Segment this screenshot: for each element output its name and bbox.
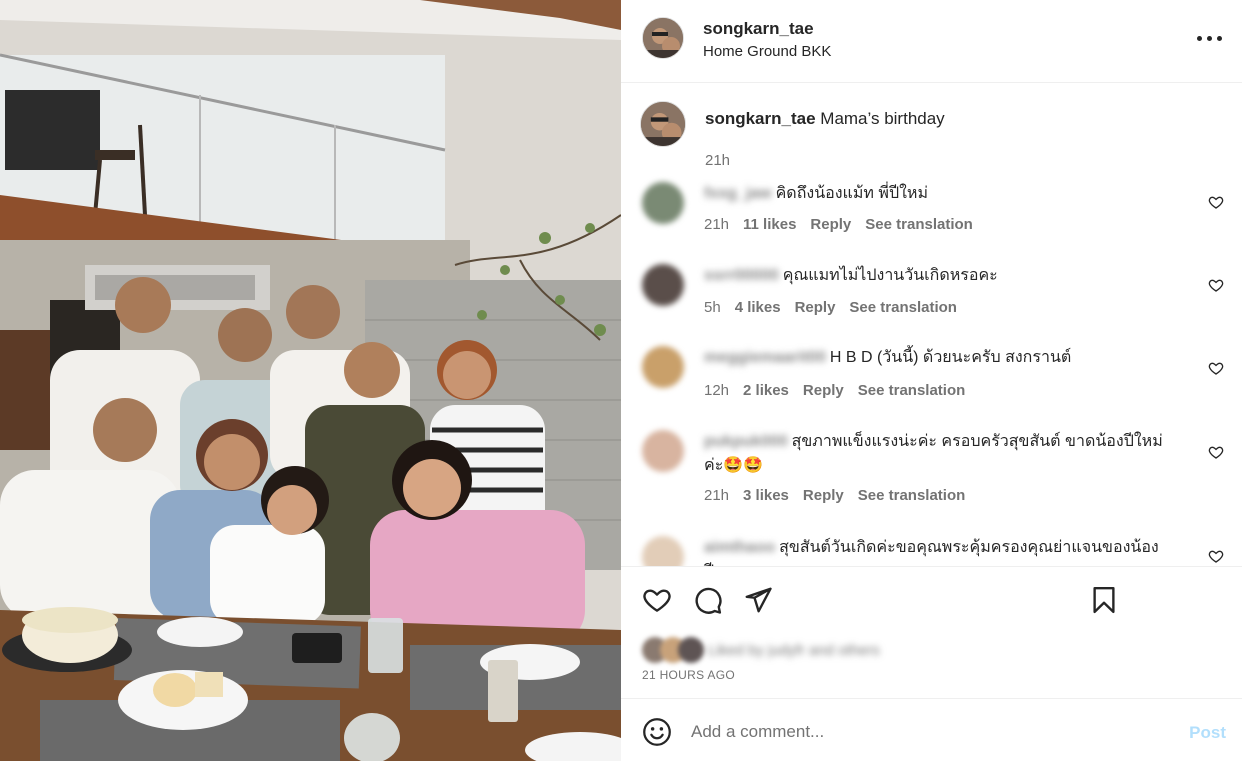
family-birthday-photo — [0, 0, 621, 761]
commenter-avatar[interactable] — [642, 430, 684, 472]
post-comment-button[interactable]: Post — [1189, 723, 1226, 743]
caption-avatar[interactable] — [640, 101, 686, 147]
bookmark-icon[interactable] — [1089, 585, 1119, 615]
comment-time: 21h — [704, 216, 730, 233]
more-dot — [1197, 36, 1202, 41]
post-photo[interactable] — [0, 0, 621, 761]
caption-text: songkarn_tae Mama’s birthday — [705, 109, 945, 129]
comment-likes[interactable]: 11 likes — [743, 216, 796, 233]
comment-like-heart-icon[interactable] — [1208, 548, 1224, 564]
reply-button[interactable]: Reply — [795, 299, 836, 316]
comment-likes[interactable]: 4 likes — [735, 299, 781, 316]
liked-by[interactable]: Liked by judyfr and others — [642, 637, 942, 667]
reply-button[interactable]: Reply — [803, 382, 844, 399]
commenter-username[interactable]: meggiemaarit00 — [704, 346, 826, 370]
see-translation-button[interactable]: See translation — [865, 216, 973, 233]
author-username[interactable]: songkarn_tae — [703, 19, 814, 39]
comment-body: H B D (วันนี้) ด้วยนะครับ สงกรานต์ — [829, 349, 1072, 366]
comment-text: aimthaoo สุขสันต์วันเกิดค่ะขอคุณพระคุ้มคร… — [704, 536, 1164, 566]
more-options-icon[interactable] — [1196, 26, 1224, 50]
more-dot — [1217, 36, 1222, 41]
add-comment-bar: Post — [621, 698, 1242, 761]
comment-text: ssrr00000 คุณแมทไม่ไปงานวันเกิดหรอคะ — [704, 264, 1164, 288]
caption-body: Mama’s birthday — [820, 109, 945, 128]
comment-body: คุณแมทไม่ไปงานวันเกิดหรอคะ — [782, 267, 998, 284]
commenter-username[interactable]: aimthaoo — [704, 536, 775, 560]
liked-by-text[interactable]: Liked by judyfr and others — [708, 642, 880, 659]
post-actions: Liked by judyfr and others 21 HOURS AGO — [621, 566, 1242, 698]
comment-input[interactable] — [691, 715, 1161, 749]
see-translation-button[interactable]: See translation — [858, 382, 966, 399]
see-translation-button[interactable]: See translation — [858, 487, 966, 504]
author-avatar[interactable] — [642, 17, 684, 59]
commenter-username[interactable]: fxxg_jaw — [704, 182, 772, 206]
post-location[interactable]: Home Ground BKK — [703, 43, 831, 60]
comment-like-heart-icon[interactable] — [1208, 194, 1224, 210]
commenter-avatar[interactable] — [642, 346, 684, 388]
comment-text: pukpuk000 สุขภาพแข็งแรงน่ะค่ะ ครอบครัวสุข… — [704, 430, 1164, 478]
comment-icon[interactable] — [693, 585, 723, 615]
post-header: songkarn_tae Home Ground BKK — [621, 0, 1242, 83]
post-details-panel: songkarn_tae Home Ground BKK songkarn_ta… — [621, 0, 1242, 761]
author-avatar-image — [643, 18, 683, 58]
comment-meta: 12h 2 likes Reply See translation — [704, 382, 979, 399]
comment-time: 21h — [704, 487, 730, 504]
comment-text: fxxg_jaw คิดถึงน้องแม้ท พี่ปีใหม่ — [704, 182, 1164, 206]
caption-time: 21h — [705, 152, 731, 169]
comment-like-heart-icon[interactable] — [1208, 277, 1224, 293]
see-translation-button[interactable]: See translation — [849, 299, 957, 316]
reply-button[interactable]: Reply — [810, 216, 851, 233]
like-heart-icon[interactable] — [642, 585, 672, 615]
caption-username[interactable]: songkarn_tae — [705, 109, 816, 128]
commenter-username[interactable]: pukpuk000 — [704, 430, 788, 454]
comment-meta: 21h 3 likes Reply See translation — [704, 487, 979, 504]
share-icon[interactable] — [743, 585, 773, 615]
post-timestamp[interactable]: 21 HOURS AGO — [642, 668, 735, 682]
commenter-username[interactable]: ssrr00000 — [704, 264, 779, 288]
comment-likes[interactable]: 3 likes — [743, 487, 789, 504]
commenter-avatar[interactable] — [642, 536, 684, 566]
emoji-icon[interactable] — [642, 717, 672, 747]
reply-button[interactable]: Reply — [803, 487, 844, 504]
comment-time: 5h — [704, 299, 721, 316]
comment-time: 12h — [704, 382, 730, 399]
comment-text: meggiemaarit00 H B D (วันนี้) ด้วยนะครับ … — [704, 346, 1164, 370]
comment-meta: 21h 11 likes Reply See translation — [704, 216, 987, 233]
commenter-avatar[interactable] — [642, 264, 684, 306]
comment-body: คิดถึงน้องแม้ท พี่ปีใหม่ — [775, 185, 929, 202]
liker-avatar — [678, 637, 704, 663]
comment-like-heart-icon[interactable] — [1208, 360, 1224, 376]
comment-likes[interactable]: 2 likes — [743, 382, 789, 399]
commenter-avatar[interactable] — [642, 182, 684, 224]
comment-meta: 5h 4 likes Reply See translation — [704, 299, 971, 316]
more-dot — [1207, 36, 1212, 41]
comments-list[interactable]: songkarn_tae Mama’s birthday 21h fxxg_ja… — [621, 84, 1242, 566]
comment-like-heart-icon[interactable] — [1208, 444, 1224, 460]
caption-avatar-image — [641, 102, 685, 146]
